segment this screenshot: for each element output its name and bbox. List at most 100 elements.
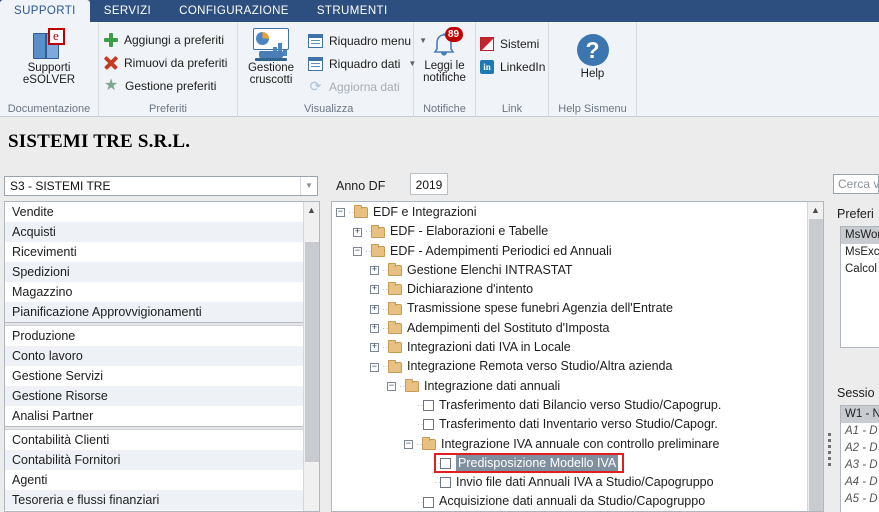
module-list-item[interactable]: Acquisti [5, 222, 304, 242]
folder-icon [354, 205, 368, 219]
tree-node[interactable]: + ·· EDF - Elaborazioni e Tabelle [332, 222, 808, 241]
panel-splitter[interactable] [826, 201, 833, 512]
tree-node[interactable]: − ·· EDF - Adempimenti Periodici ed Annual… [332, 242, 808, 261]
folder-icon [388, 359, 402, 373]
expand-icon[interactable]: + [370, 323, 379, 333]
module-list-item[interactable]: Conto lavoro [5, 346, 304, 366]
splitter-grip[interactable] [828, 433, 831, 467]
side-panel-row[interactable]: Calcol [841, 261, 879, 278]
module-list-item[interactable]: Gestione Risorse [5, 386, 304, 406]
tree-node-label: Integrazioni dati IVA in Locale [407, 340, 571, 355]
tree-scrollbar[interactable]: ▲ [807, 202, 823, 511]
search-input[interactable]: Cerca v [833, 174, 879, 194]
gestione-cruscotti-label-line1: Gestione [247, 62, 295, 74]
group-label-visualizza: Visualizza [304, 103, 354, 115]
riquadro-menu-button[interactable]: Riquadro menu ▼ [304, 29, 427, 52]
tree-node[interactable]: ·· Trasferimento dati Bilancio verso Stud… [332, 396, 808, 415]
gestione-preferiti-button[interactable]: ★ Gestione preferiti [99, 74, 237, 97]
tree-node[interactable]: + ·· Integrazioni dati IVA in Locale [332, 338, 808, 357]
sistemi-link[interactable]: Sistemi [476, 32, 548, 55]
tree-node[interactable]: − ·· Integrazione dati annuali [332, 377, 808, 396]
module-list-item[interactable]: Agenti [5, 470, 304, 490]
gestione-cruscotti-label-line2: cruscotti [249, 74, 293, 86]
collapse-icon[interactable]: − [387, 381, 396, 391]
tab-configurazione[interactable]: CONFIGURAZIONE [165, 0, 303, 22]
gestione-cruscotti-button[interactable]: Gestione cruscotti [240, 26, 302, 86]
favorites-list[interactable]: MsWor MsExc Calcol [840, 226, 879, 348]
module-list-item[interactable]: Tesoreria e flussi finanziari [5, 490, 304, 510]
tree-node[interactable]: ·· Invio file dati Annuali IVA a Studio/C… [332, 473, 808, 492]
tree-node[interactable]: − ·· Integrazione IVA annuale con controll… [332, 435, 808, 454]
side-panel-row[interactable]: A1 - D [841, 423, 879, 440]
module-list-item[interactable]: Gestione Servizi [5, 366, 304, 386]
collapse-icon[interactable]: − [353, 246, 362, 256]
scrollbar-thumb[interactable] [809, 219, 823, 511]
module-list-scrollbar[interactable]: ▲ [303, 202, 319, 511]
supporti-esolver-button[interactable]: e Supporti eSOLVER [0, 26, 98, 86]
module-list-item[interactable]: Magazzino [5, 282, 304, 302]
module-list-item[interactable]: Produzione [5, 326, 304, 346]
leggi-le-notifiche-button[interactable]: 89 Leggi le notifiche [414, 26, 475, 84]
tree-node[interactable]: ·· Trasferimento dati Inventario verso St… [332, 415, 808, 434]
tree-node[interactable]: − ·· Integrazione Remota verso Studio/Altr… [332, 357, 808, 376]
riquadro-dati-button[interactable]: Riquadro dati ▼ [304, 52, 427, 75]
expand-icon[interactable]: + [370, 343, 379, 353]
sessions-list[interactable]: W1 - N A1 - D A2 - D A3 - D A4 - D A5 - D [840, 405, 879, 512]
tab-supporti[interactable]: SUPPORTI [0, 0, 90, 22]
linkedin-link[interactable]: in LinkedIn [476, 55, 548, 78]
side-panel-row[interactable]: A5 - D [841, 491, 879, 508]
scrollbar-thumb[interactable] [305, 242, 319, 462]
side-panel-row[interactable]: W1 - N [841, 406, 879, 423]
ribbon-group-notifiche: 89 Leggi le notifiche Notifiche [414, 22, 476, 117]
scroll-up-icon[interactable]: ▲ [808, 202, 823, 218]
tab-servizi[interactable]: SERVIZI [90, 0, 165, 22]
expand-icon[interactable]: + [370, 285, 379, 295]
sistemi-link-label: Sistemi [500, 36, 540, 51]
module-list-item[interactable]: Pianificazione Approvvigionamenti [5, 302, 304, 322]
folder-icon [371, 243, 385, 257]
tree-node-selected[interactable]: ·· Predisposizione Modello IVA [332, 454, 808, 473]
expand-icon[interactable]: + [370, 304, 379, 314]
tab-strumenti[interactable]: STRUMENTI [303, 0, 402, 22]
linkedin-link-label: LinkedIn [500, 59, 546, 74]
navigation-tree-panel: − ·· EDF e Integrazioni + ·· EDF - Elaborazio… [331, 201, 824, 512]
ribbon: e Supporti eSOLVER Documentazione Aggiun… [0, 22, 879, 117]
tree-node[interactable]: − ·· EDF e Integrazioni [332, 203, 808, 222]
module-list-item[interactable]: Contabilità Fornitori [5, 450, 304, 470]
tree-node-label: Integrazione Remota verso Studio/Altra a… [407, 359, 673, 374]
module-list-item[interactable]: Vendite [5, 202, 304, 222]
chevron-down-icon[interactable]: ▼ [300, 177, 317, 195]
collapse-icon[interactable]: − [404, 439, 413, 449]
supporti-esolver-label-line1: Supporti [27, 62, 71, 74]
side-panel-row[interactable]: A2 - D [841, 440, 879, 457]
module-list-item[interactable]: Spedizioni [5, 262, 304, 282]
refresh-icon: ⟳ [309, 78, 322, 94]
side-panel-row[interactable]: MsWor [841, 227, 879, 244]
side-panel-row[interactable]: A3 - D [841, 457, 879, 474]
tree-node[interactable]: + ·· Trasmissione spese funebri Agenzia de… [332, 299, 808, 318]
module-list-item[interactable]: Analisi Partner [5, 406, 304, 426]
collapse-icon[interactable]: − [370, 362, 379, 372]
tree-node[interactable]: + ·· Dichiarazione d'intento [332, 280, 808, 299]
favorites-title: Preferi [837, 207, 874, 221]
side-panel-row[interactable]: A4 - D [841, 474, 879, 491]
aggiungi-a-preferiti-button[interactable]: Aggiungi a preferiti [99, 28, 237, 51]
module-list-item[interactable]: Contabilità Clienti [5, 430, 304, 450]
aggiungi-a-preferiti-label: Aggiungi a preferiti [124, 32, 225, 47]
collapse-icon[interactable]: − [336, 208, 345, 218]
riquadro-dati-label: Riquadro dati [329, 56, 401, 71]
company-selector[interactable]: S3 - SISTEMI TRE ▼ [4, 176, 318, 196]
side-panel-row[interactable]: MsExc [841, 244, 879, 261]
gestione-preferiti-label: Gestione preferiti [125, 78, 217, 93]
expand-icon[interactable]: + [353, 227, 362, 237]
tree-node[interactable]: + ·· Gestione Elenchi INTRASTAT [332, 261, 808, 280]
ribbon-tab-bar: SUPPORTI SERVIZI CONFIGURAZIONE STRUMENT… [0, 0, 879, 22]
scroll-up-icon[interactable]: ▲ [304, 202, 319, 218]
anno-df-input[interactable]: 2019 [410, 173, 448, 195]
tree-node[interactable]: ·· Acquisizione dati annuali da Studio/Ca… [332, 492, 808, 511]
module-list-item[interactable]: Ricevimenti [5, 242, 304, 262]
expand-icon[interactable]: + [370, 266, 379, 276]
rimuovi-da-preferiti-button[interactable]: Rimuovi da preferiti [99, 51, 237, 74]
help-button[interactable]: ? Help [549, 32, 636, 80]
tree-node[interactable]: + ·· Adempimenti del Sostituto d'Imposta [332, 319, 808, 338]
